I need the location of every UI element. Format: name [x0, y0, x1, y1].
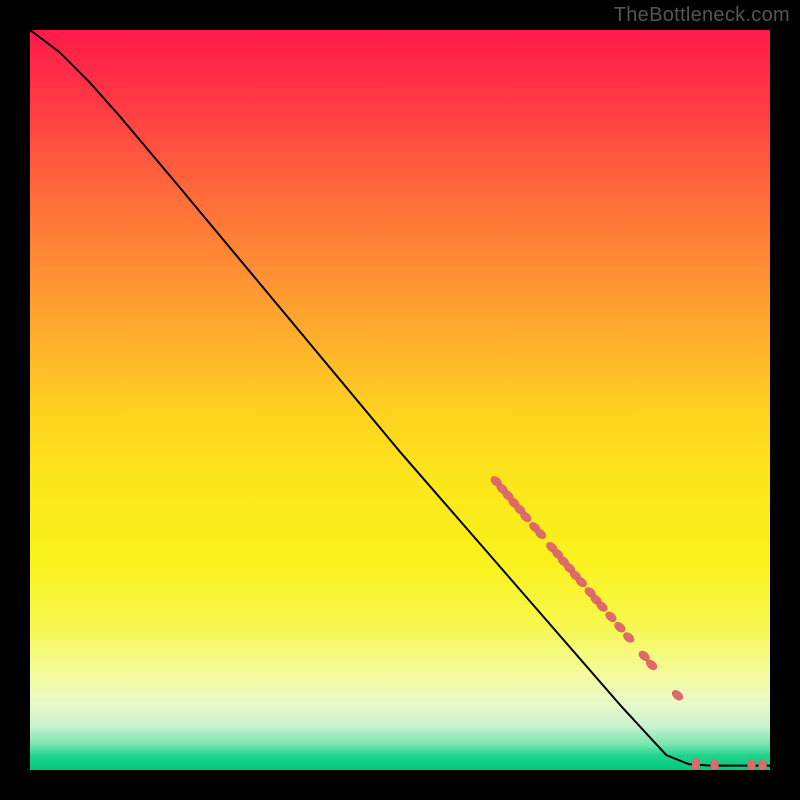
chart-svg [30, 30, 770, 770]
data-marker [622, 631, 636, 645]
data-marker [613, 620, 627, 634]
data-marker [759, 760, 767, 770]
data-marker [604, 610, 618, 624]
data-marker [670, 688, 684, 702]
bottleneck-curve [30, 30, 770, 766]
watermark-text: TheBottleneck.com [614, 4, 790, 27]
data-marker [711, 760, 719, 770]
data-marker [748, 760, 756, 770]
data-markers [489, 474, 767, 770]
data-marker [692, 758, 700, 770]
